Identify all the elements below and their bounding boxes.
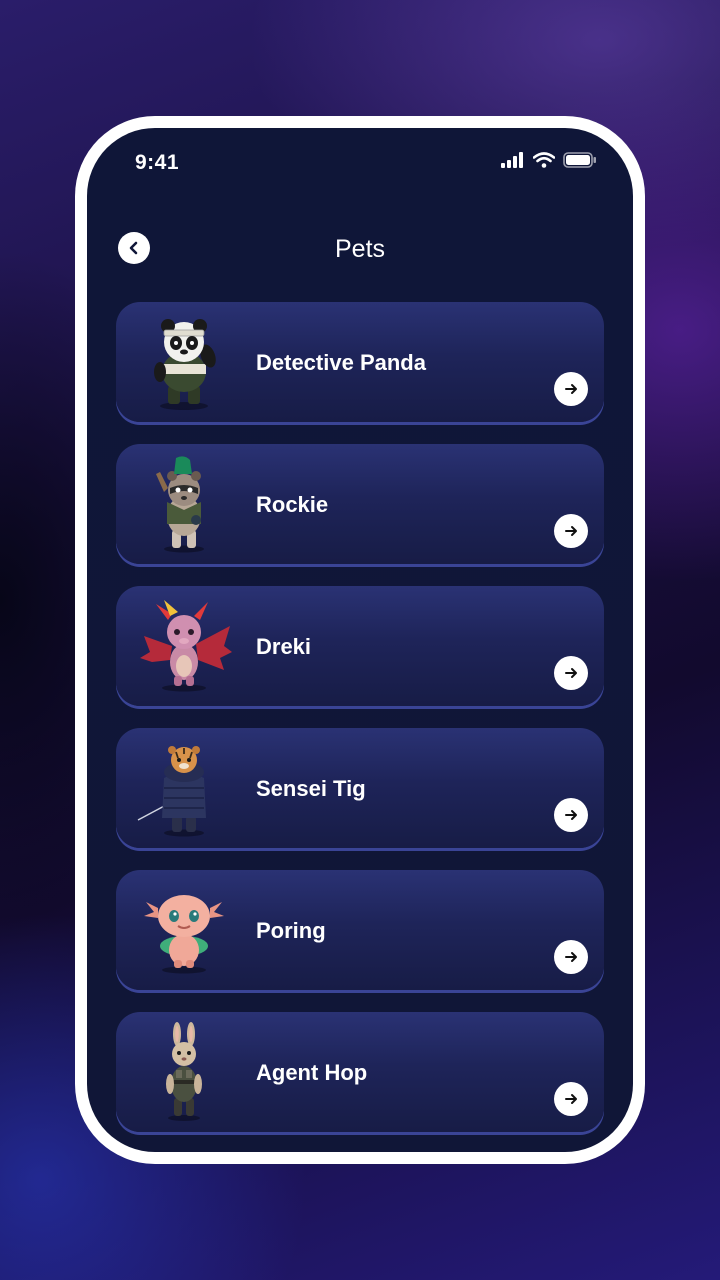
pet-card-agent-hop[interactable]: Agent Hop	[116, 1012, 604, 1132]
dragon-icon	[140, 600, 232, 692]
status-bar: 9:41	[87, 128, 633, 188]
status-time: 9:41	[135, 151, 180, 174]
pet-name: Dreki	[256, 634, 312, 659]
arrow-button[interactable]	[554, 372, 588, 406]
arrow-button[interactable]	[554, 798, 588, 832]
pet-card-poring[interactable]: Poring	[116, 870, 604, 990]
raccoon-icon	[156, 456, 204, 553]
phone-frame: 9:41 Pets Detective Panda Rockie Dreki S…	[75, 116, 645, 1164]
status-icons	[501, 152, 597, 168]
pet-name: Rockie	[256, 492, 329, 517]
battery-icon	[563, 152, 596, 168]
pet-card-sensei-tig[interactable]: Sensei Tig	[116, 728, 604, 848]
signal-icon	[501, 152, 523, 168]
arrow-right-icon	[565, 526, 577, 536]
pet-name: Poring	[256, 918, 326, 943]
axolotl-icon	[144, 895, 224, 974]
arrow-button[interactable]	[554, 940, 588, 974]
phone-screen: 9:41 Pets Detective Panda Rockie Dreki S…	[87, 128, 633, 1152]
panda-icon	[154, 319, 216, 410]
arrow-right-icon	[565, 810, 577, 820]
arrow-right-icon	[565, 952, 577, 962]
pet-card-rockie[interactable]: Rockie	[116, 444, 604, 564]
arrow-button[interactable]	[554, 656, 588, 690]
pet-name: Agent Hop	[256, 1060, 368, 1085]
arrow-right-icon	[565, 1094, 577, 1104]
header: Pets	[87, 218, 633, 274]
arrow-button[interactable]	[554, 1082, 588, 1116]
pet-list: Detective Panda Rockie Dreki Sensei Tig …	[116, 302, 604, 1152]
pet-name: Detective Panda	[256, 350, 426, 375]
pet-card-dreki[interactable]: Dreki	[116, 586, 604, 706]
page-title: Pets	[334, 235, 386, 263]
arrow-right-icon	[565, 668, 577, 678]
arrow-right-icon	[565, 384, 577, 394]
pet-card-detective-panda[interactable]: Detective Panda	[116, 302, 604, 422]
arrow-button[interactable]	[554, 514, 588, 548]
rabbit-icon	[166, 1022, 202, 1121]
wifi-icon	[533, 152, 555, 168]
pet-name: Sensei Tig	[256, 776, 366, 801]
tiger-icon	[137, 746, 206, 837]
